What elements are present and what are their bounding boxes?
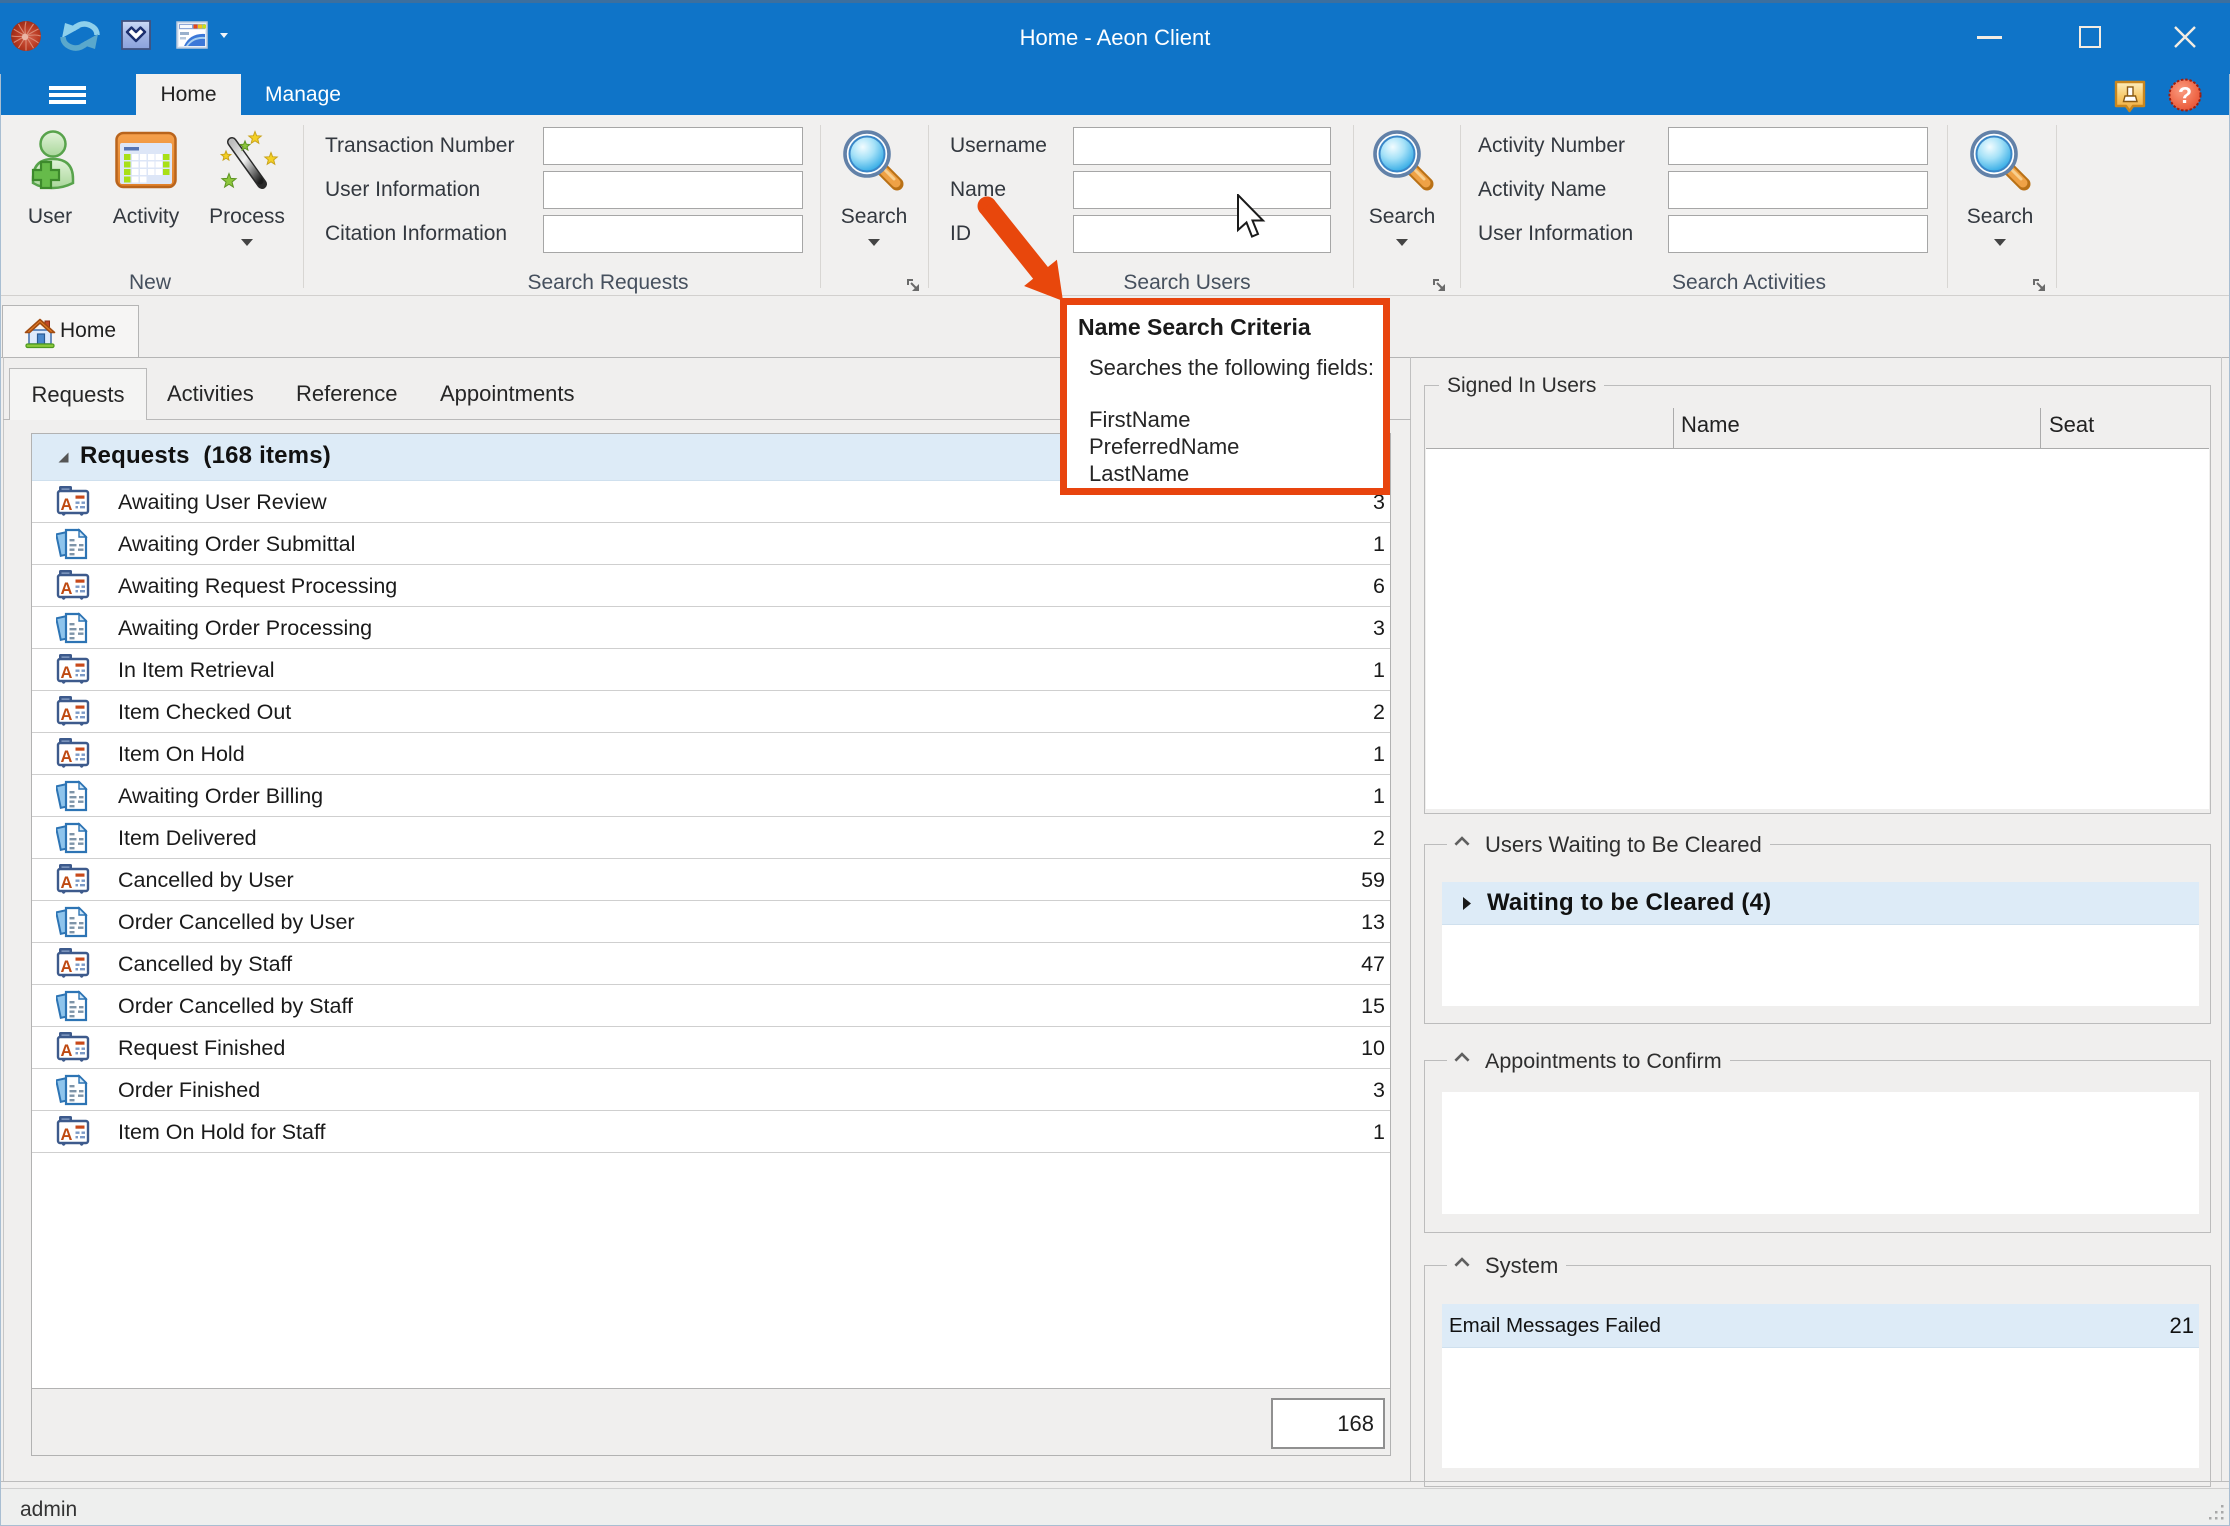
svg-text:?: ? (2178, 82, 2192, 108)
